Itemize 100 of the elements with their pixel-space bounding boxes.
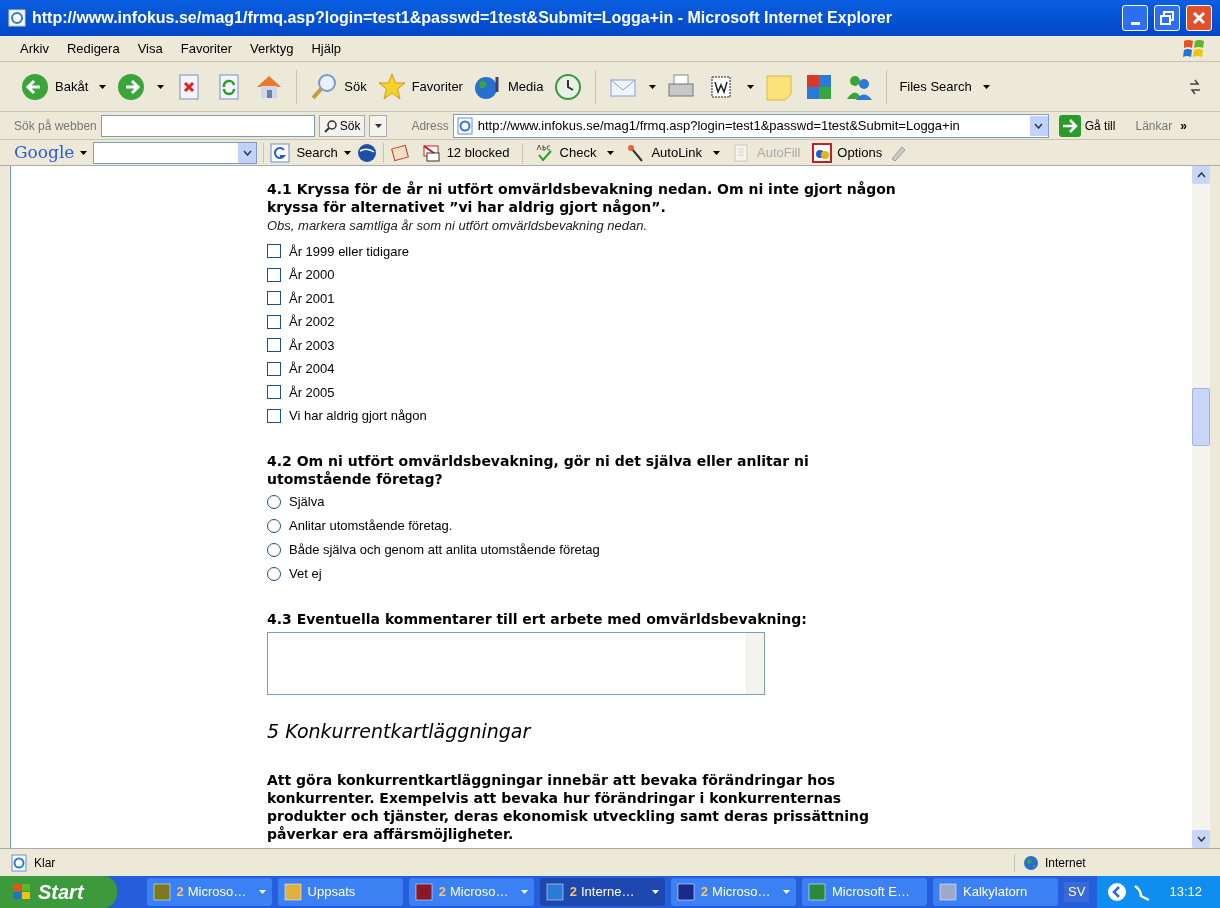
browser-icon (8, 9, 26, 27)
address-field[interactable]: http://www.infokus.se/mag1/frmq.asp?login=test1&passwd=1test&Submit=Logga+in (452, 113, 1049, 138)
app-icon (939, 883, 957, 901)
option-label: År 2001 (289, 289, 335, 308)
caret-icon[interactable] (651, 890, 659, 894)
menu-item[interactable]: Visa (129, 38, 171, 59)
question-title: 4.2 Om ni utfört omvärldsbevakning, gör ni det själva eller anlitar ni utomstående företag? (267, 451, 810, 488)
restore-icon (1160, 11, 1174, 25)
comment-text-area[interactable] (267, 631, 765, 695)
question-note: Obs, markera samtliga år som ni utfört omvärldsbevakning nedan. (267, 217, 649, 235)
sync-arrows-icon[interactable] (1188, 77, 1202, 96)
go-button[interactable]: Gå till (1056, 114, 1118, 137)
caret-icon[interactable] (157, 84, 165, 89)
taskbar-button[interactable]: 2 Interne… (539, 878, 665, 906)
taskbar-button[interactable]: 2 Microso… (146, 878, 272, 906)
caret-icon[interactable] (343, 150, 351, 155)
caret-icon[interactable] (80, 150, 88, 155)
radio-button[interactable] (267, 542, 281, 557)
app-icon (283, 883, 302, 901)
app-icon (152, 883, 171, 901)
caret-icon[interactable] (747, 84, 755, 89)
app-icon (545, 883, 564, 901)
caret-icon[interactable] (99, 84, 107, 89)
taskbar-button[interactable]: 2 Microso… (670, 878, 796, 906)
window-title: http://www.infokus.se/mag1/frmq.asp?login=test1&passwd=1test&Submit=Logga+in - Microsoft Internet Explorer (32, 8, 893, 28)
web-search-button[interactable]: Sök (318, 114, 366, 137)
app-icon (676, 883, 695, 901)
checkbox[interactable] (267, 291, 281, 306)
question-title: 4.1 Kryssa för de år ni utfört omvärldsbevakning nedan. Om ni inte gjort någon kryssa för alternativet ”vi har aldrig gjort någon”. (267, 180, 897, 216)
option-label: År 2003 (289, 336, 335, 355)
caret-icon (374, 123, 382, 128)
option-label: Anlitar utomstående företag. (289, 516, 453, 535)
windows-logo-icon (1182, 37, 1206, 60)
toolbar-button[interactable]: Check (534, 142, 615, 163)
scrollbar-thumb[interactable] (1192, 388, 1210, 446)
taskbar-button[interactable]: Uppsats (277, 878, 403, 906)
checkbox[interactable] (267, 314, 281, 329)
minimize-button[interactable] (1122, 5, 1148, 31)
checkbox[interactable] (267, 267, 281, 282)
checkbox[interactable] (267, 244, 281, 259)
caret-icon[interactable] (607, 150, 615, 155)
toolbar-button[interactable]: 12 blocked (421, 142, 510, 163)
caret-icon[interactable] (982, 84, 990, 89)
close-button[interactable] (1186, 5, 1212, 31)
toolbar-button[interactable]: AutoLink (626, 142, 720, 163)
restore-button[interactable] (1154, 5, 1180, 31)
section-intro: Att göra konkurrentkartläggningar innebär att bevaka förändringar hos konkurrenter. Exempelvis att bevaka hur förändringar i konkurrenternas produkter och tjänster, deras ekonomisk utveckling samt deras prissättning påverkar era affärsmöjligheter. (267, 771, 870, 843)
checkbox[interactable] (267, 408, 281, 423)
globe-icon[interactable] (356, 142, 377, 163)
caret-icon[interactable] (649, 84, 657, 89)
menu-item[interactable]: Redigera (58, 38, 128, 59)
checkbox[interactable] (267, 338, 281, 353)
spellcheck-icon (534, 142, 555, 163)
radio-button[interactable] (267, 518, 281, 533)
history-clock-icon (553, 71, 584, 102)
toolbar-button[interactable]: Files Search (897, 68, 992, 105)
toolbar-button[interactable]: Bakåt (18, 68, 109, 105)
radio-button[interactable] (267, 566, 281, 581)
language-indicator[interactable]: SV (1064, 882, 1090, 902)
star-icon (376, 71, 407, 102)
web-search-field[interactable] (100, 114, 315, 137)
scrollbar[interactable] (1192, 166, 1210, 848)
google-search-field[interactable] (93, 141, 258, 164)
toolbar-button[interactable]: Options (812, 142, 883, 163)
google-search-button[interactable]: Search (270, 142, 338, 163)
more-chevron[interactable]: » (1180, 116, 1187, 135)
links-label[interactable]: Länkar (1135, 116, 1173, 135)
menu-item[interactable]: Arkiv (12, 38, 57, 59)
menu-item[interactable]: Hjälp (303, 38, 349, 59)
app-icon (807, 883, 826, 901)
clock: 13:12 (1169, 883, 1202, 902)
toolbar-button[interactable]: Media (470, 68, 546, 105)
g-icon (270, 142, 291, 163)
toolbar-button[interactable]: Sök (307, 68, 369, 105)
chevron-left-icon[interactable] (1107, 882, 1128, 902)
close-icon (1192, 11, 1206, 25)
search-icon (323, 118, 338, 133)
start-button[interactable]: Start (0, 876, 118, 908)
scroll-down-icon[interactable] (1196, 836, 1206, 842)
taskbar-button[interactable]: Kalkylatorn (933, 878, 1059, 906)
address-label: Adress (411, 117, 449, 135)
menu-item[interactable]: Verktyg (242, 38, 302, 59)
radio-button[interactable] (267, 494, 281, 509)
scroll-up-icon[interactable] (1196, 172, 1206, 178)
caret-icon[interactable] (713, 150, 720, 155)
option-label: År 2004 (289, 360, 335, 378)
option-label: Vi har aldrig gjort någon (289, 407, 427, 425)
taskbar-button[interactable]: 2 Microso… (408, 878, 534, 906)
taskbar-button[interactable]: Microsoft E… (801, 878, 927, 906)
checkbox[interactable] (267, 385, 281, 400)
option-label: Både själva och genom att anlita utomstående företag (289, 540, 600, 559)
checkbox[interactable] (267, 361, 281, 376)
google-logo: Google (14, 140, 75, 164)
option-label: År 1999 eller tidigare (289, 242, 409, 261)
page-icon (10, 853, 28, 872)
section-heading: 5 Konkurrentkartläggningar (267, 718, 533, 744)
dropdown-button[interactable] (369, 114, 388, 137)
page-icon (455, 116, 474, 135)
menu-item[interactable]: Favoriter (172, 38, 240, 59)
toolbar-button[interactable]: Favoriter (374, 68, 465, 105)
